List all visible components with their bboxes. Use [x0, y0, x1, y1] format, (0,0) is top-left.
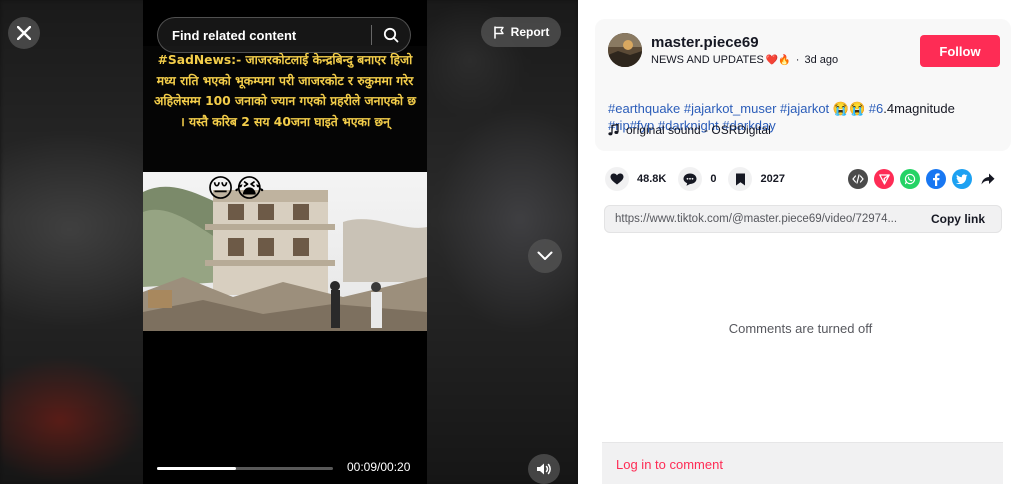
emoji-overlay: 😔😭 — [207, 174, 265, 204]
description-text: 😭😭 — [829, 101, 869, 116]
facebook-icon[interactable] — [926, 169, 946, 189]
hashtag-link[interactable]: #jajarkot_muser — [684, 101, 777, 116]
twitter-icon[interactable] — [952, 169, 972, 189]
like-count: 48.8K — [637, 173, 667, 185]
progress-fill — [157, 467, 237, 470]
heart-icon — [605, 167, 629, 191]
description-line-1: #earthquake #jajarkot_muser #jajarkot 😭😭… — [608, 100, 1003, 117]
report-button[interactable]: Report — [481, 17, 561, 47]
next-video-button[interactable] — [528, 239, 562, 273]
whatsapp-icon[interactable] — [900, 169, 920, 189]
copy-link-button[interactable]: Copy link — [921, 212, 1001, 226]
author-username[interactable]: master.piece69 — [651, 34, 759, 51]
hashtag-link[interactable]: #6 — [869, 101, 883, 116]
author-card: master.piece69 NEWS AND UPDATES ❤️🔥 · 3d… — [595, 19, 1011, 151]
dot-separator: · — [795, 54, 800, 66]
author-subline: NEWS AND UPDATES ❤️🔥 · 3d ago — [651, 54, 838, 66]
volume-icon — [537, 463, 551, 475]
description-text: .4magnitude — [883, 101, 955, 116]
share-icons-row — [848, 169, 998, 189]
hashtag-link[interactable]: #jajarkot — [780, 101, 829, 116]
save-count: 2027 — [760, 173, 785, 185]
search-input[interactable]: Find related content — [157, 17, 411, 53]
comment-icon — [678, 167, 703, 191]
author-nickname: NEWS AND UPDATES — [651, 54, 764, 66]
video-url[interactable]: https://www.tiktok.com/@master.piece69/v… — [605, 213, 921, 225]
search-placeholder: Find related content — [172, 27, 297, 43]
avatar[interactable] — [608, 33, 642, 67]
video-player[interactable]: #SadNews:- जाजरकोटलाई केन्द्रबिन्दु बनाए… — [0, 0, 578, 484]
video-photo: 😔😭 — [143, 172, 427, 331]
comment-count: 0 — [710, 173, 717, 185]
comments-status: Comments are turned off — [728, 321, 873, 336]
close-button[interactable] — [8, 17, 40, 49]
search-icon[interactable] — [372, 17, 410, 53]
chevron-down-icon — [537, 251, 553, 260]
nickname-emoji: ❤️🔥 — [765, 54, 791, 66]
login-bar: Log in to comment — [602, 442, 1003, 484]
login-to-comment-link[interactable]: Log in to comment — [616, 457, 723, 472]
progress-bar[interactable] — [157, 467, 333, 470]
share-link-bar: https://www.tiktok.com/@master.piece69/v… — [604, 205, 1002, 233]
bookmark-icon — [728, 167, 753, 191]
hashtag-link[interactable]: #earthquake — [608, 101, 680, 116]
post-age: 3d ago — [804, 54, 839, 66]
video-caption-text: #SadNews:- जाजरकोटलाई केन्द्रबिन्दु बनाए… — [154, 53, 416, 129]
time-display: 00:09/00:20 — [347, 460, 411, 474]
close-icon — [17, 26, 31, 40]
volume-button[interactable] — [528, 454, 560, 484]
report-label: Report — [510, 25, 550, 39]
music-note-icon — [608, 124, 619, 136]
comment-button[interactable]: 0 — [678, 167, 716, 191]
info-panel: master.piece69 NEWS AND UPDATES ❤️🔥 · 3d… — [578, 0, 1023, 484]
save-button[interactable]: 2027 — [728, 167, 785, 191]
share-arrow-icon[interactable] — [978, 169, 998, 189]
original-sound[interactable]: original sound - OSRDigital — [608, 123, 771, 137]
sound-label: original sound - OSRDigital — [626, 123, 771, 137]
flag-icon — [493, 25, 504, 39]
follow-button[interactable]: Follow — [920, 35, 1000, 67]
send-icon[interactable] — [874, 169, 894, 189]
like-button[interactable]: 48.8K — [605, 167, 666, 191]
engagement-row: 48.8K 0 2027 — [605, 167, 797, 191]
embed-icon[interactable] — [848, 169, 868, 189]
